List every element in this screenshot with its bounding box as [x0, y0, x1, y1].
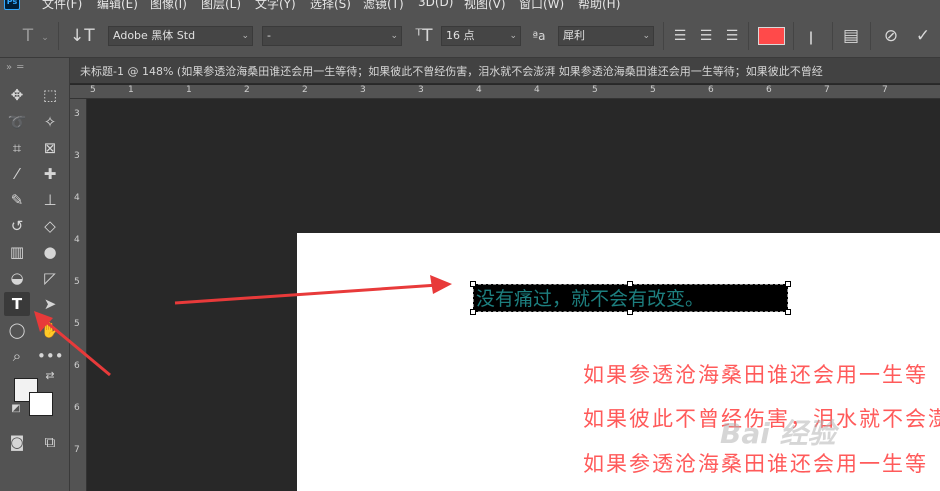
annotation-arrow-to-type-tool	[43, 318, 111, 377]
arrowhead	[34, 311, 53, 332]
annotation-arrows	[34, 275, 452, 377]
arrowhead	[430, 275, 452, 294]
annotation-arrow-to-text	[174, 283, 439, 305]
photoshop-window: Ps 文件(F) 编辑(E) 图像(I) 图层(L) 文字(Y) 选择(S) 滤…	[0, 0, 940, 491]
